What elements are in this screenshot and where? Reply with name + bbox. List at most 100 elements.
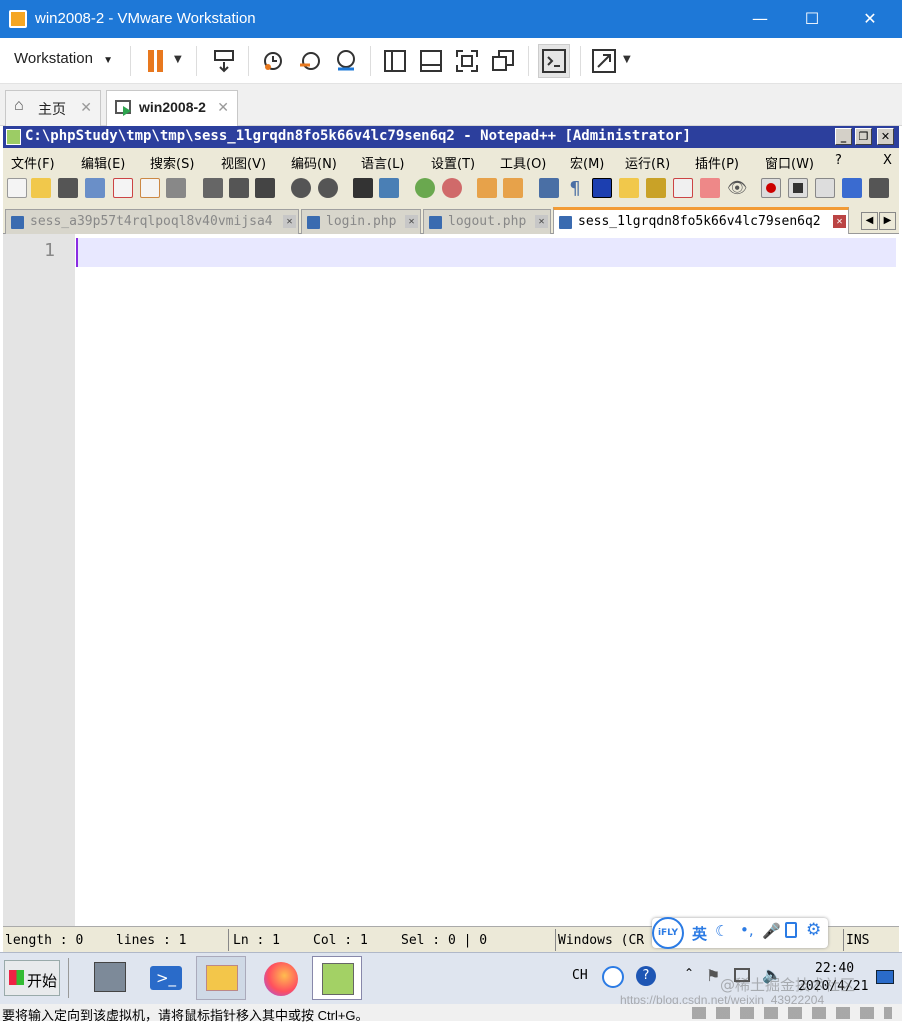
close-icon[interactable]: ✕ <box>535 215 548 228</box>
send-ctrl-alt-del-icon[interactable] <box>212 48 236 74</box>
menu-edit[interactable]: 编辑(E) <box>81 153 125 172</box>
full-screen-icon[interactable] <box>456 50 478 72</box>
maximize-button[interactable]: ☐ <box>787 0 837 38</box>
play-macro-icon[interactable] <box>815 178 835 198</box>
replace-icon[interactable] <box>379 178 399 198</box>
tab-login-php[interactable]: login.php ✕ <box>301 209 421 234</box>
zoom-out-icon[interactable] <box>442 178 462 198</box>
menu-run[interactable]: 运行(R) <box>625 153 670 172</box>
word-wrap-icon[interactable] <box>539 178 559 198</box>
editor-area[interactable] <box>3 234 899 926</box>
monitor-icon[interactable]: 👁 <box>727 178 747 198</box>
close-icon[interactable]: ✕ <box>833 215 846 228</box>
folder-workspace-icon[interactable] <box>673 178 693 198</box>
paste-icon[interactable] <box>255 178 275 198</box>
pause-button[interactable] <box>146 50 166 72</box>
powershell-icon[interactable]: >_ <box>142 956 192 1000</box>
zoom-in-icon[interactable] <box>415 178 435 198</box>
menu-window[interactable]: 窗口(W) <box>765 153 814 172</box>
menu-language[interactable]: 语言(L) <box>361 153 404 172</box>
stretch-dropdown-icon[interactable]: ▼ <box>623 54 631 65</box>
menu-search[interactable]: 搜索(S) <box>150 153 194 172</box>
print-icon[interactable] <box>166 178 186 198</box>
server-manager-icon[interactable] <box>86 956 136 1000</box>
pause-dropdown-icon[interactable]: ▼ <box>174 54 182 65</box>
revert-snapshot-icon[interactable] <box>298 49 322 73</box>
show-desktop-icon[interactable] <box>876 970 894 984</box>
indent-guide-icon[interactable] <box>592 178 612 198</box>
copy-icon[interactable] <box>229 178 249 198</box>
workstation-menu-button[interactable]: Workstation ▼ <box>14 50 113 67</box>
save-all-icon[interactable] <box>85 178 105 198</box>
ime-language[interactable]: 英 <box>692 923 707 944</box>
record-macro-icon[interactable] <box>761 178 781 198</box>
open-file-icon[interactable] <box>31 178 51 198</box>
start-button[interactable]: 开始 <box>4 960 60 996</box>
help-icon[interactable]: ? <box>636 966 656 986</box>
flag-icon[interactable]: ⚑ <box>706 966 720 985</box>
microphone-icon[interactable]: 🎤 <box>762 922 781 940</box>
menu-tools[interactable]: 工具(O) <box>500 153 546 172</box>
language-indicator[interactable]: CH <box>572 968 588 983</box>
close-all-icon[interactable] <box>140 178 160 198</box>
unity-icon[interactable] <box>492 50 514 72</box>
skin-icon[interactable] <box>785 922 797 938</box>
minimize-button[interactable]: — <box>735 0 785 38</box>
punctuation-icon[interactable]: •, <box>740 921 754 939</box>
firefox-icon[interactable] <box>256 956 306 1000</box>
save-icon[interactable] <box>58 178 78 198</box>
cut-icon[interactable] <box>203 178 223 198</box>
gear-icon[interactable]: ⚙ <box>806 920 821 940</box>
ifly-tray-icon[interactable] <box>602 966 624 988</box>
stretch-icon[interactable] <box>592 49 616 73</box>
tab-scroll-left-button[interactable]: ◀ <box>861 212 878 230</box>
npp-restore-button[interactable]: ❐ <box>855 128 872 145</box>
menu-close-doc[interactable]: X <box>883 153 892 168</box>
new-file-icon[interactable] <box>7 178 27 198</box>
menu-help[interactable]: ? <box>835 153 842 168</box>
menu-settings[interactable]: 设置(T) <box>431 153 475 172</box>
tab-sess-a39p[interactable]: sess_a39p57t4rqlpoql8v40vmijsa4 ✕ <box>5 209 299 234</box>
sync-vertical-icon[interactable] <box>477 178 497 198</box>
tab-logout-php[interactable]: logout.php ✕ <box>423 209 551 234</box>
close-icon[interactable]: ✕ <box>405 215 418 228</box>
tab-scroll-right-button[interactable]: ▶ <box>879 212 896 230</box>
redo-icon[interactable] <box>318 178 338 198</box>
menu-plugins[interactable]: 插件(P) <box>695 153 739 172</box>
current-line-highlight[interactable] <box>76 238 896 267</box>
menu-encoding[interactable]: 编码(N) <box>291 153 337 172</box>
npp-close-button[interactable]: ✕ <box>877 128 894 145</box>
undo-icon[interactable] <box>291 178 311 198</box>
tab-home[interactable]: ⌂ 主页 ✕ <box>5 90 101 126</box>
tab-win2008-2[interactable]: win2008-2 ✕ <box>106 90 238 126</box>
sidebar-toggle-icon[interactable] <box>384 50 406 72</box>
npp-minimize-button[interactable]: _ <box>835 128 852 145</box>
close-button[interactable]: ✕ <box>845 0 895 38</box>
ime-toolbar[interactable]: iFLY 英 ☾ •, 🎤 ⚙ <box>652 917 828 949</box>
menu-file[interactable]: 文件(F) <box>11 153 55 172</box>
close-icon[interactable]: ✕ <box>283 215 296 228</box>
explorer-icon[interactable] <box>196 956 246 1000</box>
show-all-chars-icon[interactable]: ¶ <box>565 178 585 199</box>
close-icon[interactable]: ✕ <box>217 99 229 116</box>
function-list-icon[interactable] <box>646 178 666 198</box>
thumbnail-bar-icon[interactable] <box>420 50 442 72</box>
close-file-icon[interactable] <box>113 178 133 198</box>
stop-macro-icon[interactable] <box>788 178 808 198</box>
show-hidden-icons-icon[interactable]: ⌃ <box>684 966 694 980</box>
menu-macro[interactable]: 宏(M) <box>570 153 604 172</box>
snapshot-icon[interactable] <box>262 49 286 73</box>
tab-sess-1lgr[interactable]: sess_1lgrqdn8fo5k66v4lc79sen6q2 ✕ <box>553 207 849 234</box>
close-icon[interactable]: ✕ <box>80 99 92 116</box>
sync-horizontal-icon[interactable] <box>503 178 523 198</box>
doc-map-icon[interactable] <box>619 178 639 198</box>
folder-icon[interactable] <box>700 178 720 198</box>
snapshot-manager-icon[interactable] <box>334 49 358 73</box>
save-macro-icon[interactable] <box>869 178 889 198</box>
menu-view[interactable]: 视图(V) <box>221 153 266 172</box>
run-macro-multiple-icon[interactable] <box>842 178 862 198</box>
find-icon[interactable] <box>353 178 373 198</box>
console-view-button[interactable] <box>538 44 570 78</box>
notepadpp-taskbar-icon[interactable] <box>312 956 362 1000</box>
moon-icon[interactable]: ☾ <box>715 922 728 940</box>
